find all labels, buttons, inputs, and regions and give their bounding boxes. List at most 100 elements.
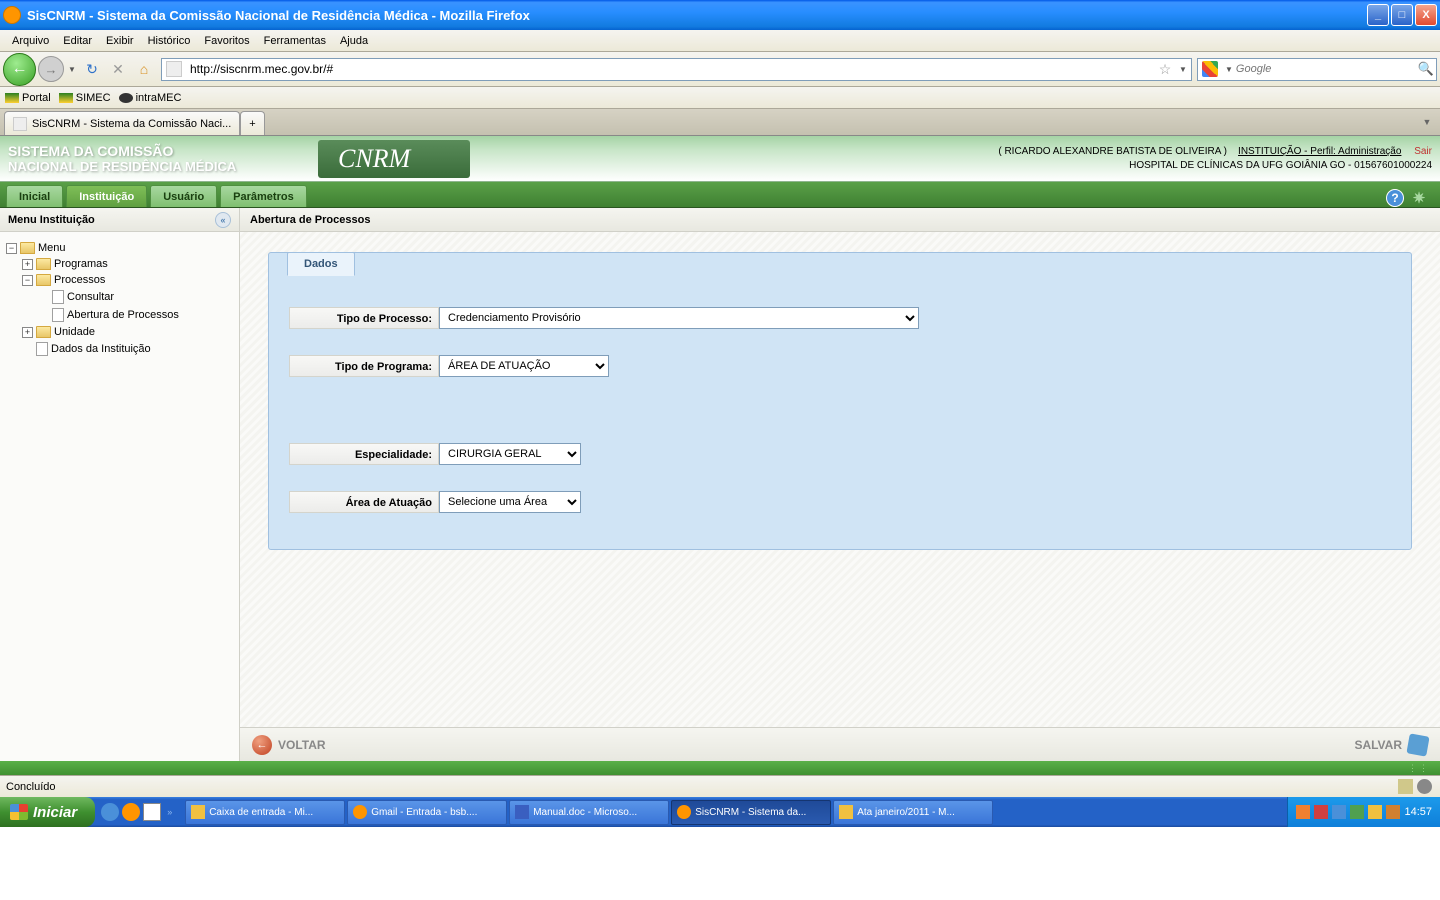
folder-icon	[36, 258, 51, 270]
close-button[interactable]: X	[1415, 4, 1437, 26]
select-tipo-programa[interactable]: ÁREA DE ATUAÇÃO	[439, 355, 609, 377]
logout-link[interactable]: Sair	[1414, 146, 1432, 157]
resize-grip-icon[interactable]: ⋮⋮	[1408, 763, 1430, 774]
tab-usuario[interactable]: Usuário	[150, 185, 217, 207]
tab-parametros[interactable]: Parâmetros	[220, 185, 307, 207]
minimize-button[interactable]: _	[1367, 4, 1389, 26]
maximize-button[interactable]: □	[1391, 4, 1413, 26]
bookmark-intramec[interactable]: intraMEC	[119, 92, 182, 104]
bookmark-simec[interactable]: SIMEC	[59, 92, 111, 104]
task-item[interactable]: Manual.doc - Microso...	[509, 800, 669, 825]
label-tipo-programa: Tipo de Programa:	[289, 355, 439, 377]
minus-icon[interactable]: −	[6, 243, 17, 254]
browser-menubar: Arquivo Editar Exibir Histórico Favorito…	[0, 30, 1440, 52]
menu-favoritos[interactable]: Favoritos	[197, 33, 256, 49]
salvar-button[interactable]: SALVAR	[1354, 735, 1428, 755]
new-tab-button[interactable]: +	[240, 111, 264, 135]
voltar-button[interactable]: ← VOLTAR	[252, 735, 326, 755]
task-item-active[interactable]: SisCNRM - Sistema da...	[671, 800, 831, 825]
status-icon[interactable]	[1398, 779, 1413, 794]
task-item[interactable]: Gmail - Entrada - bsb....	[347, 800, 507, 825]
tab-label: SisCNRM - Sistema da Comissão Naci...	[32, 118, 231, 130]
tab-inicial[interactable]: Inicial	[6, 185, 63, 207]
help-icon[interactable]: ?	[1386, 189, 1404, 207]
history-dropdown[interactable]: ▼	[66, 56, 78, 82]
windows-taskbar: Iniciar » Caixa de entrada - Mi... Gmail…	[0, 797, 1440, 827]
row-tipo-programa: Tipo de Programa: ÁREA DE ATUAÇÃO	[289, 355, 1391, 377]
folder-icon	[36, 274, 51, 286]
minus-icon[interactable]: −	[22, 275, 33, 286]
back-button[interactable]: ←	[3, 53, 36, 86]
search-engine-dropdown[interactable]: ▼	[1222, 65, 1236, 74]
stop-button[interactable]: ✕	[106, 57, 130, 81]
tree-processos[interactable]: −Processos	[6, 272, 233, 288]
cnrm-logo: CNRM	[318, 140, 470, 178]
menu-editar[interactable]: Editar	[56, 33, 99, 49]
menu-ajuda[interactable]: Ajuda	[333, 33, 375, 49]
profile-link[interactable]: INSTITUIÇÃO - Perfil: Administração	[1238, 146, 1401, 157]
task-item[interactable]: Caixa de entrada - Mi...	[185, 800, 345, 825]
home-button[interactable]: ⌂	[132, 57, 156, 81]
main-footer: ← VOLTAR SALVAR	[240, 727, 1440, 761]
tray-icon[interactable]	[1350, 805, 1364, 819]
outlook-icon	[191, 805, 205, 819]
site-favicon	[166, 61, 182, 77]
search-bar[interactable]: ▼ 🔍	[1197, 58, 1437, 81]
page-icon	[36, 342, 48, 356]
browser-statusbar: Concluído	[0, 775, 1440, 797]
taskbar-items: Caixa de entrada - Mi... Gmail - Entrada…	[181, 800, 1287, 825]
task-item[interactable]: Ata janeiro/2011 - M...	[833, 800, 993, 825]
plus-icon[interactable]: +	[22, 259, 33, 270]
firefox-icon	[353, 805, 367, 819]
tray-icon[interactable]	[1386, 805, 1400, 819]
tree-unidade[interactable]: +Unidade	[6, 324, 233, 340]
firefox-icon[interactable]	[122, 803, 140, 821]
collapse-icon[interactable]: «	[215, 212, 231, 228]
tab-list-button[interactable]: ▼	[1418, 117, 1436, 135]
sidebar-title: Menu Instituição	[8, 214, 95, 226]
tray-icon[interactable]	[1332, 805, 1346, 819]
select-especialidade[interactable]: CIRURGIA GERAL	[439, 443, 581, 465]
status-icon[interactable]	[1417, 779, 1432, 794]
page-icon	[52, 308, 64, 322]
start-button[interactable]: Iniciar	[0, 797, 95, 827]
tree-programas[interactable]: +Programas	[6, 256, 233, 272]
show-desktop-icon[interactable]	[143, 803, 161, 821]
clock[interactable]: 14:57	[1404, 806, 1432, 818]
main-header: Abertura de Processos	[240, 208, 1440, 232]
menu-historico[interactable]: Histórico	[141, 33, 198, 49]
ie-icon[interactable]	[101, 803, 119, 821]
menu-ferramentas[interactable]: Ferramentas	[257, 33, 333, 49]
settings-icon[interactable]: ✷	[1410, 189, 1428, 207]
tree-dados-instituicao[interactable]: Dados da Instituição	[6, 340, 233, 358]
menu-exibir[interactable]: Exibir	[99, 33, 141, 49]
tab-active[interactable]: SisCNRM - Sistema da Comissão Naci...	[4, 111, 240, 135]
bookmark-star-icon[interactable]: ☆	[1155, 61, 1175, 78]
select-tipo-processo[interactable]: Credenciamento Provisório	[439, 307, 919, 329]
folder-icon	[36, 326, 51, 338]
tray-icon[interactable]	[1314, 805, 1328, 819]
url-bar[interactable]: ☆ ▼	[161, 58, 1192, 81]
tray-icon[interactable]	[1296, 805, 1310, 819]
status-text: Concluído	[6, 781, 56, 793]
url-input[interactable]	[186, 62, 1155, 76]
plus-icon[interactable]: +	[22, 327, 33, 338]
tree-abertura[interactable]: Abertura de Processos	[6, 306, 233, 324]
forward-button[interactable]: →	[38, 56, 64, 82]
label-area: Área de Atuação	[289, 491, 439, 513]
volume-icon[interactable]	[1368, 805, 1382, 819]
google-icon[interactable]	[1202, 61, 1218, 77]
reload-button[interactable]: ↻	[80, 57, 104, 81]
search-input[interactable]	[1236, 63, 1416, 75]
tree-consultar[interactable]: Consultar	[6, 288, 233, 306]
tree-menu[interactable]: −Menu	[6, 240, 233, 256]
label-tipo-processo: Tipo de Processo:	[289, 307, 439, 329]
search-icon[interactable]: 🔍	[1416, 61, 1436, 77]
fieldset-dados: Dados Tipo de Processo: Credenciamento P…	[268, 252, 1412, 550]
bookmark-portal[interactable]: Portal	[5, 92, 51, 104]
tab-instituicao[interactable]: Instituição	[66, 185, 147, 207]
menu-arquivo[interactable]: Arquivo	[5, 33, 56, 49]
quick-launch-chevron[interactable]: »	[164, 807, 175, 817]
url-dropdown-icon[interactable]: ▼	[1175, 65, 1191, 74]
select-area[interactable]: Selecione uma Área	[439, 491, 581, 513]
